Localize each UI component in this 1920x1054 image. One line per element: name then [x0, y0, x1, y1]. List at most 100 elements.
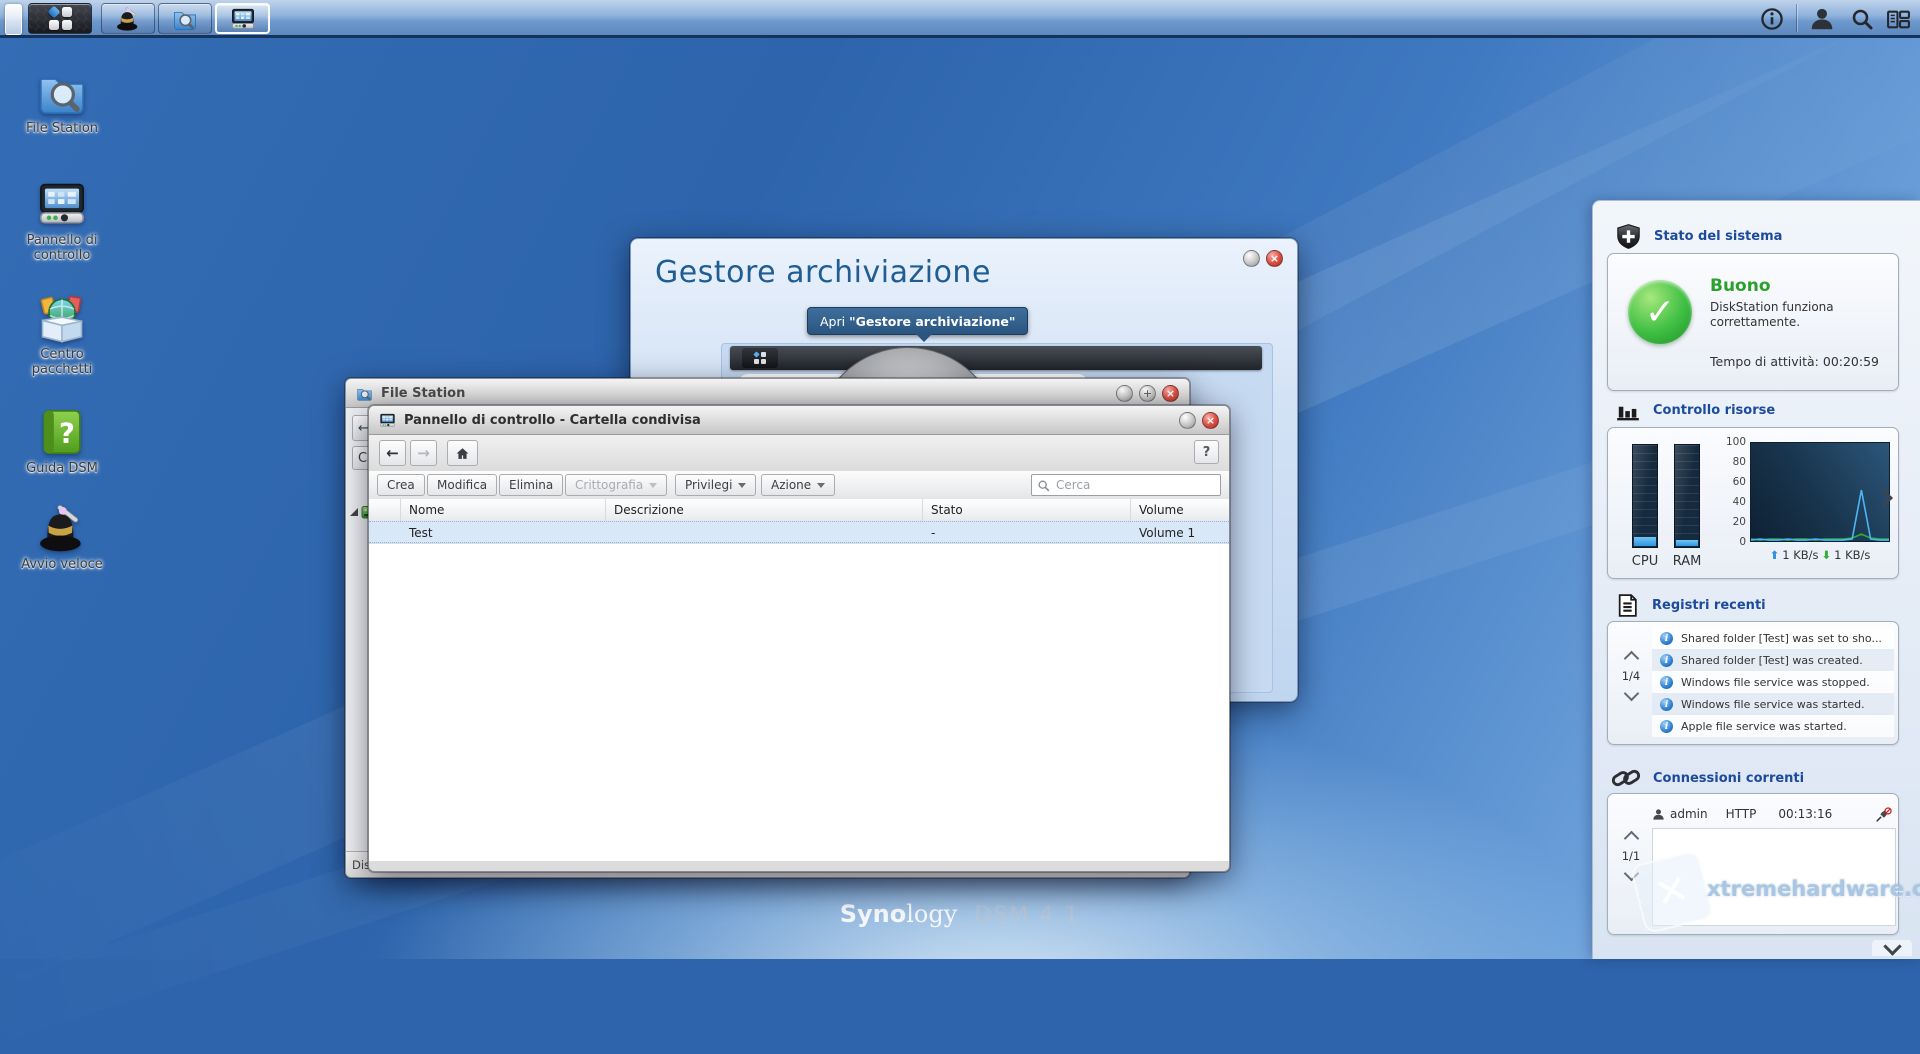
taskbar-quick-start-button[interactable] [101, 3, 155, 34]
info-icon: i [1660, 719, 1673, 733]
desktop-icon-file-station[interactable]: File Station [12, 66, 112, 137]
desktop-icon-label: Avvio veloce [21, 557, 103, 572]
show-desktop-button[interactable] [5, 4, 22, 35]
minimize-button[interactable] [1243, 250, 1260, 267]
column-header-name[interactable]: Nome [401, 499, 606, 521]
chevron-up-icon[interactable] [1623, 830, 1639, 847]
ram-label: RAM [1672, 554, 1702, 569]
main-menu-icon [46, 5, 72, 30]
help-button[interactable]: ? [1194, 440, 1219, 464]
chain-link-icon [1611, 763, 1641, 793]
widgets-toggle-button[interactable] [1882, 0, 1914, 38]
network-rates: ⬆ 1 KB/s ⬇ 1 KB/s [1744, 548, 1896, 562]
file-station-icon [36, 66, 88, 118]
search-input[interactable] [1054, 477, 1215, 493]
connection-row: admin HTTP 00:13:16 [1652, 804, 1892, 824]
forward-button: → [410, 440, 437, 466]
widget-title: Registri recenti [1652, 598, 1766, 613]
desktop-icon-quick-start[interactable]: Avvio veloce [12, 502, 112, 573]
table-header-row: Nome Descrizione Stato Volume [369, 499, 1229, 522]
file-station-icon [172, 6, 198, 32]
desktop-icon-label: Guida DSM [26, 461, 98, 476]
cell-volume: Volume 1 [1139, 525, 1196, 540]
upload-rate: 1 KB/s [1782, 548, 1819, 562]
user-icon [1809, 6, 1835, 32]
control-panel-navbar: ← → ? [369, 435, 1229, 472]
storage-manager-title: Gestore archiviazione [655, 255, 991, 290]
brand-text-bold: Syno [839, 900, 907, 928]
main-menu-button[interactable] [28, 3, 92, 34]
table-row-selected[interactable]: Test - Volume 1 [369, 521, 1229, 543]
info-icon: i [1660, 675, 1673, 689]
control-panel-window-icon [379, 412, 396, 429]
privileges-dropdown-button[interactable]: Privilegi [675, 474, 757, 496]
minimize-button[interactable] [1116, 384, 1133, 402]
cell-status: - [931, 525, 936, 540]
widget-title: Controllo risorse [1653, 402, 1776, 418]
edit-button[interactable]: Modifica [427, 474, 498, 496]
system-health-card: ✓ Buono DiskStation funziona correttamen… [1607, 253, 1899, 391]
file-station-titlebar[interactable]: File Station + × [346, 379, 1189, 408]
desktop-icon-package-center[interactable]: Centro pacchetti [12, 292, 112, 377]
delete-button[interactable]: Elimina [499, 474, 564, 496]
back-button[interactable]: ← [379, 440, 406, 466]
dropdown-caret-icon [738, 482, 747, 488]
resource-monitor-header: Controllo risorse [1615, 397, 1775, 423]
home-button[interactable] [447, 440, 478, 466]
minimize-button[interactable] [1179, 411, 1196, 429]
close-icon[interactable]: × [1202, 411, 1219, 429]
cpu-meter-fill [1634, 536, 1656, 546]
create-button[interactable]: Crea [377, 474, 425, 496]
home-icon [455, 446, 470, 461]
connection-user: admin [1670, 807, 1708, 821]
info-icon: i [1660, 631, 1673, 645]
log-entry: i Shared folder [Test] was created. [1652, 649, 1894, 671]
open-resource-monitor-button[interactable] [1873, 488, 1893, 509]
dropdown-caret-icon [649, 482, 658, 488]
desktop-icon-label: Centro pacchetti [31, 347, 93, 377]
log-entry: i Shared folder [Test] was set to sho... [1652, 627, 1894, 649]
system-info-button[interactable] [1757, 0, 1787, 38]
shield-icon [1615, 223, 1642, 250]
close-icon[interactable]: × [1162, 384, 1179, 402]
cpu-label: CPU [1631, 554, 1659, 569]
action-dropdown-button[interactable]: Azione [761, 474, 836, 496]
bar-chart-icon [1615, 397, 1641, 423]
mini-main-menu-icon [742, 348, 778, 368]
control-panel-window: Pannello di controllo - Cartella condivi… [368, 405, 1230, 872]
log-entry: i Windows file service was started. [1652, 693, 1894, 715]
widgets-panel-icon [1886, 7, 1911, 32]
connections-card: 1/1 admin HTTP 00:13:16 [1607, 793, 1899, 935]
user-menu-button[interactable] [1806, 0, 1838, 38]
uptime-text: Tempo di attività: 00:20:59 [1710, 354, 1880, 369]
search-box [1031, 474, 1221, 496]
global-search-button[interactable] [1846, 0, 1878, 38]
widget-panel-collapse-button[interactable] [1872, 936, 1912, 956]
search-icon [1850, 7, 1874, 31]
taskbar [0, 0, 1920, 38]
search-icon [1037, 479, 1050, 492]
maximize-button[interactable]: + [1139, 384, 1156, 402]
close-icon[interactable]: × [1266, 250, 1283, 267]
taskbar-control-panel-button[interactable] [215, 3, 270, 34]
taskbar-file-station-button[interactable] [158, 3, 212, 34]
column-header-status[interactable]: Stato [923, 499, 1131, 521]
file-station-window-icon [356, 385, 373, 402]
column-header-description[interactable]: Descrizione [606, 499, 923, 521]
desktop-icon-dsm-help[interactable]: Guida DSM [12, 406, 112, 477]
connections-pager: 1/1 [1614, 828, 1648, 884]
desktop-icon-control-panel[interactable]: Pannello di controllo [12, 178, 112, 263]
resource-graph [1750, 442, 1890, 542]
disconnect-icon[interactable] [1875, 806, 1892, 823]
chevron-down-icon[interactable] [1623, 865, 1639, 882]
chevron-down-icon [1882, 936, 1902, 956]
column-header-volume[interactable]: Volume [1131, 499, 1229, 521]
ram-meter [1674, 444, 1700, 548]
dropdown-caret-icon [817, 482, 826, 488]
resource-monitor-card: CPU RAM 100 80 60 40 20 0 ⬆ 1 KB/s ⬇ 1 K… [1607, 427, 1899, 579]
control-panel-titlebar[interactable]: Pannello di controllo - Cartella condivi… [369, 406, 1229, 435]
system-health-header: Stato del sistema [1615, 223, 1782, 250]
brand-text-serif: logy [906, 900, 958, 928]
magic-hat-icon [115, 6, 141, 32]
tree-expand-icon[interactable] [350, 508, 358, 516]
